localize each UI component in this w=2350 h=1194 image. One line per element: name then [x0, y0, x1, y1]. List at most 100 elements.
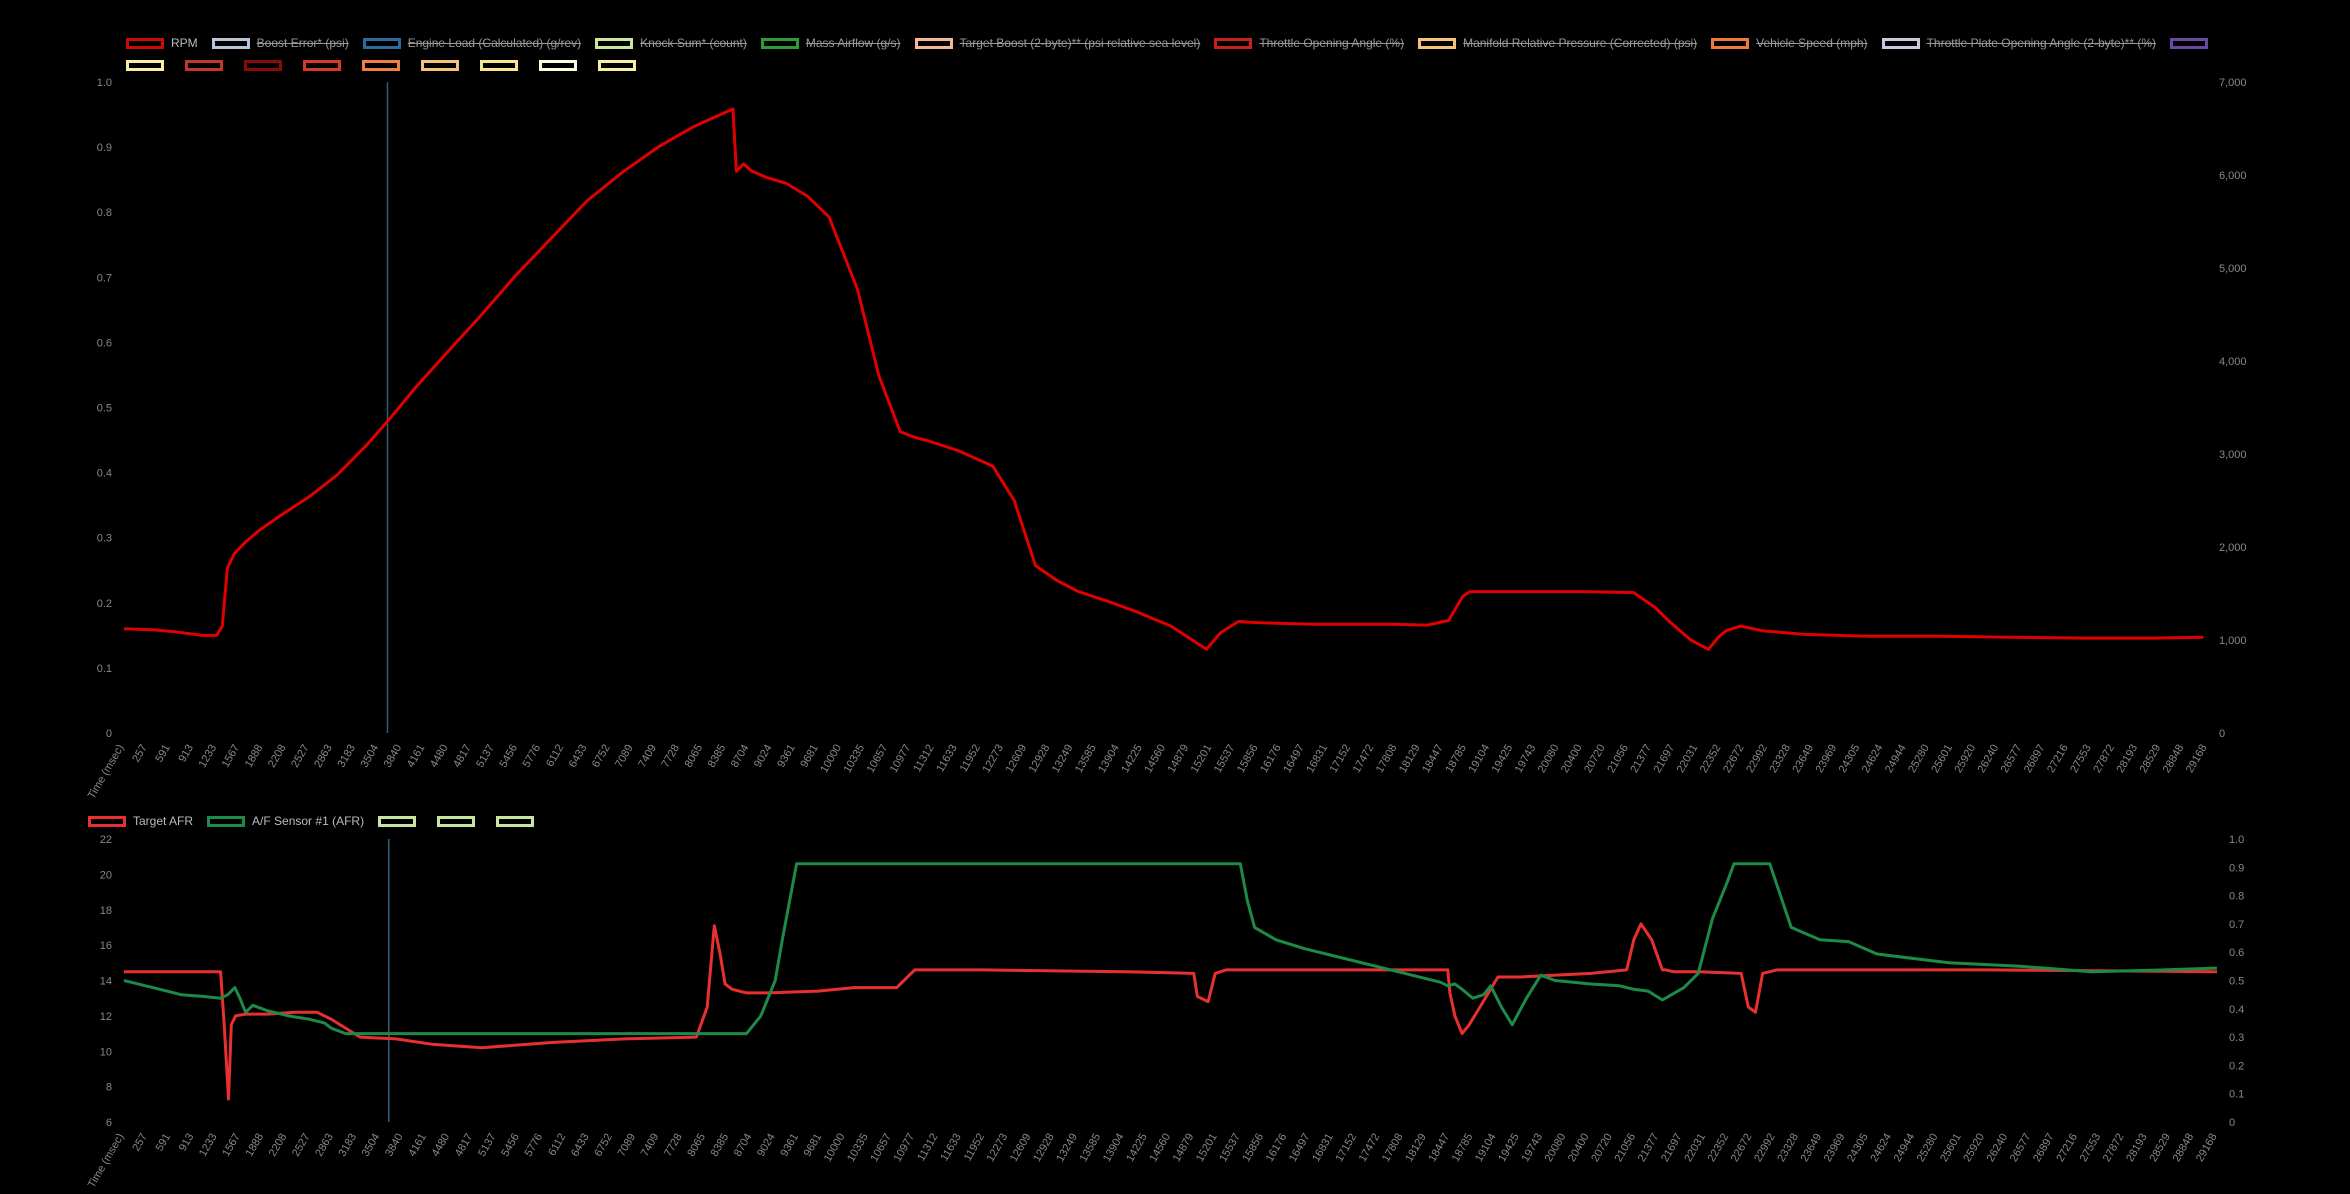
bottom-x-tick-label: 3840 [383, 1132, 406, 1159]
bottom-x-tick-label: 27872 [2101, 1132, 2127, 1164]
top-right-tick-label: 4,000 [2219, 356, 2247, 368]
top-x-tick-label: 15201 [1189, 743, 1215, 775]
bottom-x-tick-label: 9361 [778, 1132, 801, 1159]
bottom-x-tick-label: 21377 [1636, 1132, 1662, 1164]
bottom-x-tick-label: 22352 [1706, 1132, 1732, 1164]
top-x-tick-label: 28529 [2138, 743, 2164, 775]
afr-chart[interactable]: 6 8 10 12 14 16 18 20 22 0 0.1 0.2 0.3 0.4 0.5 0.6 0.7 0.… [0, 800, 2350, 1194]
bottom-x-tick-label: 5137 [476, 1132, 499, 1159]
top-x-tick-label: 5137 [474, 743, 497, 770]
top-x-tick-label: 591 [153, 743, 173, 765]
top-x-tick-label: 21056 [1605, 743, 1631, 775]
bottom-x-tick-label: 28848 [2171, 1132, 2197, 1164]
bottom-x-tick-label: Time (msec) [86, 1132, 127, 1191]
bottom-left-tick-label: 14 [100, 976, 112, 988]
top-x-tick-label: 14560 [1142, 743, 1168, 775]
bottom-x-tick-label: 4817 [453, 1132, 476, 1159]
bottom-x-tick-label: 17152 [1333, 1132, 1359, 1164]
bottom-right-tick-label: 0.3 [2229, 1032, 2244, 1044]
bottom-x-tick-label: 24624 [1868, 1132, 1894, 1164]
top-x-tick-label: 15537 [1212, 743, 1238, 775]
top-x-tick-label: 8704 [729, 743, 752, 770]
top-x-tick-label: 12609 [1004, 743, 1030, 775]
top-x-tick-label: 8065 [683, 743, 706, 770]
top-x-tick-label: 27553 [2068, 743, 2094, 775]
bottom-x-tick-label: 14879 [1171, 1132, 1197, 1164]
bottom-left-tick-label: 20 [100, 869, 112, 881]
top-series-line-rpm [123, 107, 2204, 651]
bottom-right-tick-label: 0.2 [2229, 1060, 2244, 1072]
top-x-tick-label: 15856 [1235, 743, 1261, 775]
bottom-right-tick-label: 0.5 [2229, 976, 2244, 988]
top-x-tick-label: 10335 [842, 743, 868, 775]
top-x-tick-label: 26240 [1976, 743, 2002, 775]
bottom-x-tick-label: 4161 [406, 1132, 429, 1159]
top-right-tick-label: 2,000 [2219, 542, 2247, 554]
bottom-x-tick-label: 7409 [639, 1132, 662, 1159]
top-x-tick-label: 23649 [1790, 743, 1816, 775]
top-right-tick-label: 3,000 [2219, 449, 2247, 461]
top-x-tick-label: 1233 [197, 743, 220, 770]
top-x-tick-label: 24624 [1860, 743, 1886, 775]
top-right-tick-label: 6,000 [2219, 170, 2247, 182]
bottom-x-tick-label: 22031 [1682, 1132, 1708, 1164]
top-x-tick-label: 16497 [1281, 743, 1307, 775]
top-x-tick-label: 27872 [2091, 743, 2117, 775]
rpm-chart[interactable]: 0 0.1 0.2 0.3 0.4 0.5 0.6 0.7 0.8 0.9 1.0 0 1,000 2,0… [0, 0, 2350, 800]
top-left-tick-label: 0.9 [97, 142, 112, 154]
bottom-x-tick-label: 19104 [1473, 1132, 1499, 1164]
bottom-right-tick-label: 0.9 [2229, 862, 2244, 874]
bottom-x-tick-label: 5776 [523, 1132, 546, 1159]
top-x-tick-label: 4480 [428, 743, 451, 770]
bottom-series-line-a-f-sensor-1-afr- [123, 862, 2218, 1036]
bottom-left-tick-label: 12 [100, 1011, 112, 1023]
bottom-x-tick-label: 26577 [2008, 1132, 2034, 1164]
bottom-x-tick-label: 6112 [546, 1132, 568, 1158]
top-x-tick-label: 11633 [935, 743, 960, 775]
bottom-x-tick-label: 1567 [220, 1132, 243, 1159]
top-x-tick-label: 27216 [2045, 743, 2071, 775]
top-x-tick-label: 28848 [2161, 743, 2187, 775]
top-x-tick-label: 9361 [775, 743, 798, 770]
bottom-x-tick-label: 27216 [2054, 1132, 2080, 1164]
bottom-x-tick-label: 12928 [1031, 1132, 1057, 1164]
top-x-tick-label: 25920 [1952, 743, 1978, 775]
top-x-tick-label: 6752 [590, 743, 613, 770]
top-x-tick-label: 11312 [911, 743, 936, 775]
bottom-x-tick-label: 6752 [592, 1132, 615, 1159]
bottom-x-tick-label: 10000 [822, 1132, 848, 1164]
top-x-tick-label: 5776 [521, 743, 544, 770]
bottom-x-tick-label: 6433 [569, 1132, 592, 1159]
top-x-tick-label: 20720 [1582, 743, 1608, 775]
bottom-x-tick-label: 18129 [1403, 1132, 1429, 1164]
bottom-left-tick-label: 10 [100, 1046, 112, 1058]
bottom-x-tick-label: 3504 [360, 1132, 383, 1159]
top-x-tick-label: 20080 [1536, 743, 1562, 775]
top-right-tick-label: 1,000 [2219, 635, 2247, 647]
top-x-tick-label: 17808 [1374, 743, 1400, 775]
top-x-tick-label: 3183 [335, 743, 358, 770]
bottom-x-tick-label: 21697 [1659, 1132, 1685, 1164]
bottom-x-tick-label: 25601 [1938, 1132, 1964, 1164]
bottom-left-tick-label: 16 [100, 940, 112, 952]
bottom-x-tick-label: 5456 [499, 1132, 522, 1159]
bottom-series-line-target-afr [124, 922, 2218, 1101]
top-x-tick-label: 20400 [1559, 743, 1585, 775]
bottom-x-tick-label: 28529 [2147, 1132, 2173, 1164]
bottom-x-tick-label: 22672 [1729, 1132, 1755, 1164]
top-x-tick-label: 10000 [818, 743, 844, 775]
top-x-tick-label: 9681 [798, 743, 821, 770]
top-x-tick-label: 11952 [958, 743, 983, 775]
bottom-right-tick-label: 0.4 [2229, 1004, 2244, 1016]
bottom-x-tick-label: 24944 [1892, 1132, 1918, 1164]
top-x-tick-label: 24944 [1883, 743, 1909, 775]
bottom-x-tick-label: 18785 [1450, 1132, 1476, 1164]
top-right-tick-label: 0 [2219, 728, 2225, 740]
top-x-tick-label: 7089 [613, 743, 636, 770]
top-x-tick-label: 4161 [405, 743, 428, 770]
top-x-tick-label: 17472 [1351, 743, 1377, 775]
top-x-tick-label: 4817 [451, 743, 474, 770]
bottom-x-tick-label: 25280 [1915, 1132, 1941, 1164]
top-x-tick-label: 23969 [1814, 743, 1840, 775]
top-x-tick-label: 26577 [1999, 743, 2025, 775]
